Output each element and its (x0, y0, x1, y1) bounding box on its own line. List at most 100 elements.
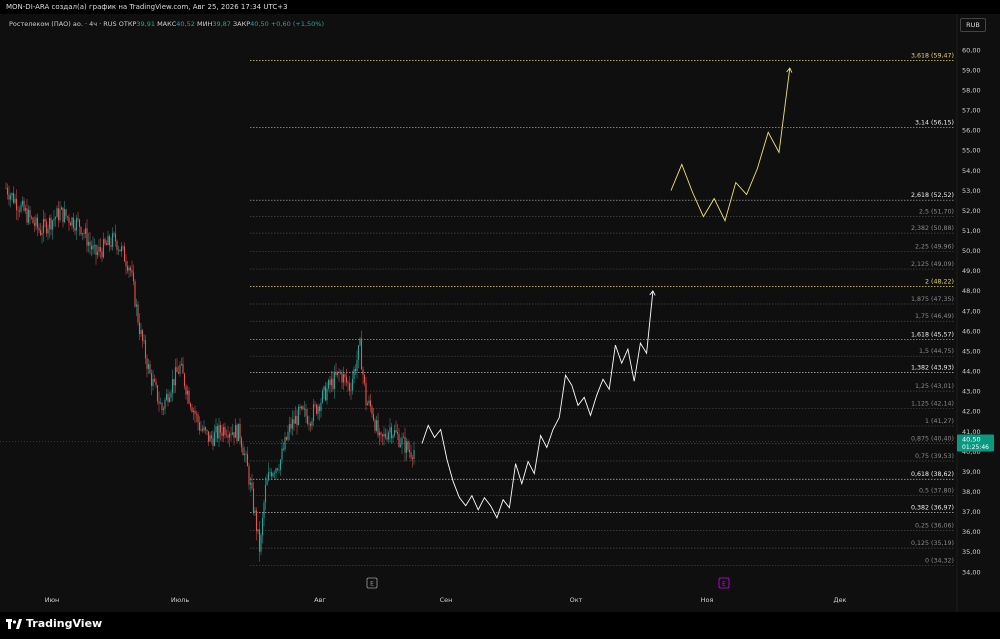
candle-body (140, 330, 142, 335)
candle-body (380, 432, 382, 435)
candle-body (146, 358, 148, 369)
candle-body (90, 245, 93, 250)
high-value: 40,52 (176, 20, 195, 28)
candle-body (117, 249, 120, 251)
fib-level-label: 3,618 (59,47) (911, 53, 954, 60)
candle-body (87, 241, 90, 246)
candle-body (138, 322, 141, 335)
candle-body (330, 378, 333, 386)
candle-body (110, 245, 112, 247)
price-chart[interactable]: 60,00 59,00 58,00 57,00 56,00 55,00 54,00 53,00… (0, 14, 1000, 612)
candle-body (60, 207, 63, 210)
candle-body (401, 437, 403, 445)
y-axis-tick-label: 54,00 (962, 167, 981, 175)
candle-body (375, 420, 378, 431)
candle-body (209, 435, 211, 442)
y-axis-tick-label: 37,00 (962, 508, 981, 516)
x-axis-tick-label: Июль (171, 596, 189, 604)
candle-body (356, 359, 358, 372)
candle-body (96, 251, 99, 256)
candle-body (387, 432, 390, 440)
candle-body (216, 426, 219, 439)
chart-title-bar: MON-DI-ARA создал(а) график на TradingVi… (0, 0, 1000, 14)
candle-body (123, 246, 126, 262)
candle-body (224, 427, 226, 435)
candle-body (282, 448, 285, 450)
candle-body (339, 372, 342, 374)
candle-body (407, 441, 409, 450)
candle-body (408, 449, 411, 453)
candle-body (332, 378, 334, 389)
candle-body (48, 217, 51, 229)
fib-level-label: 1,382 (43,93) (911, 365, 954, 372)
candle-body (78, 219, 81, 227)
chart-area[interactable]: 60,00 59,00 58,00 57,00 56,00 55,00 54,00 53,00… (0, 14, 1000, 612)
candle-body (192, 410, 195, 412)
candle-body (281, 448, 283, 460)
candle-body (150, 373, 153, 386)
candle-body (6, 188, 9, 195)
candle-body (95, 244, 97, 256)
candle-body (152, 379, 154, 386)
candle-body (342, 374, 345, 383)
candle-body (41, 233, 43, 235)
candle-body (33, 223, 36, 226)
y-axis-tick-label: 57,00 (962, 107, 981, 115)
fib-level-label: 1,875 (47,35) (911, 296, 954, 303)
currency-button[interactable]: RUB (960, 18, 986, 32)
candle-body (237, 423, 240, 441)
fib-level-label: 1 (41,27) (925, 418, 954, 425)
candle-body (197, 414, 199, 423)
candle-body (45, 221, 48, 234)
candle-body (164, 399, 166, 409)
candle-body (329, 380, 331, 386)
candle-body (242, 447, 244, 456)
candle-body (102, 239, 105, 258)
candle-body (245, 453, 247, 455)
candle-body (129, 267, 132, 271)
candle-body (258, 529, 261, 552)
candle-body (243, 453, 246, 456)
y-axis-tick-label: 36,00 (962, 528, 981, 536)
candle-body (135, 304, 138, 307)
candle-body (203, 427, 205, 431)
y-axis-tick-label: 53,00 (962, 187, 981, 195)
fib-level-label: 1,618 (45,57) (911, 332, 954, 339)
candle-body (171, 379, 174, 393)
fib-level-label: 2,618 (52,52) (911, 192, 954, 199)
candle-body (368, 400, 370, 404)
candle-body (185, 386, 187, 395)
candle-body (122, 246, 124, 248)
candle-body (231, 432, 234, 435)
candle-body (336, 371, 339, 375)
candle-body (296, 415, 298, 425)
candle-body (36, 217, 39, 228)
candle-body (324, 386, 327, 401)
tradingview-logo[interactable]: TradingView (6, 617, 102, 630)
open-value: 39,91 (136, 20, 155, 28)
candle-body (176, 367, 178, 372)
candle-body (299, 406, 301, 409)
candle-body (68, 217, 70, 223)
candle-body (273, 473, 276, 474)
candle-body (305, 408, 307, 417)
fib-level-label: 0,382 (36,97) (911, 504, 954, 511)
candle-body (86, 228, 88, 246)
candle-body (17, 210, 19, 211)
candle-body (326, 388, 328, 401)
candle-body (177, 371, 180, 374)
candle-body (405, 441, 408, 453)
candle-body (105, 243, 108, 246)
fib-level-label: 1,75 (46,49) (915, 313, 954, 320)
candle-body (126, 266, 129, 271)
candle-body (141, 330, 144, 341)
candle-body (23, 200, 25, 211)
y-axis-tick-label: 58,00 (962, 86, 981, 94)
candle-body (159, 403, 162, 404)
y-axis-tick-label: 44,00 (962, 368, 981, 376)
candle-body (84, 228, 87, 234)
candle-body (198, 422, 201, 431)
candle-body (230, 433, 232, 435)
candle-body (167, 394, 169, 402)
candle-body (345, 376, 348, 383)
